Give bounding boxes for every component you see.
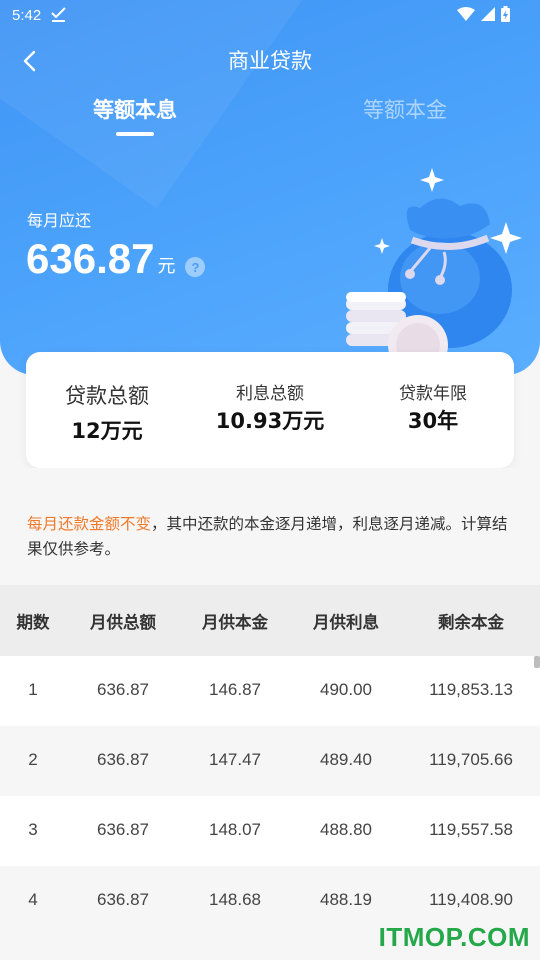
wifi-icon (457, 7, 475, 21)
cell-remaining-principal: 119,853.13 (429, 680, 513, 699)
signal-icon (481, 7, 495, 21)
table-row: 2 636.87 147.47 489.40 119,705.66 (0, 726, 540, 796)
monthly-payment-amount: 636.87 (26, 235, 155, 282)
cell-monthly-total: 636.87 (97, 820, 149, 839)
tab-indicator (116, 132, 154, 136)
watermark: ITMOP.COM (378, 922, 530, 952)
loan-term-value: 30年 (407, 409, 459, 433)
cell-remaining-principal: 119,705.66 (429, 750, 513, 769)
monthly-payment-label: 每月应还 (27, 211, 92, 230)
loan-total-value: 12万元 (71, 419, 143, 443)
header-remaining-principal: 剩余本金 (438, 613, 504, 632)
cell-period: 1 (28, 680, 38, 699)
cell-monthly-total: 636.87 (97, 890, 149, 909)
table-row: 3 636.87 148.07 488.80 119,557.58 (0, 796, 540, 866)
cell-monthly-total: 636.87 (97, 750, 149, 769)
cell-monthly-interest: 488.80 (320, 820, 372, 839)
cell-monthly-interest: 490.00 (320, 680, 372, 699)
header-monthly-total: 月供总额 (90, 613, 156, 632)
loan-term: 贷款年限 30年 (352, 352, 514, 468)
cell-monthly-interest: 489.40 (320, 750, 372, 769)
header-banner: 5:42 商业贷款 等额本息 等额本金 每月应还 636.87 元 ? (0, 0, 540, 375)
cell-period: 4 (28, 890, 38, 909)
cell-monthly-total: 636.87 (97, 680, 149, 699)
scrollbar[interactable] (534, 656, 540, 668)
interest-total-label: 利息总额 (236, 384, 304, 404)
table-row: 1 636.87 146.87 490.00 119,853.13 (0, 656, 540, 726)
loan-total-label: 贷款总额 (65, 384, 149, 408)
help-icon[interactable]: ? (185, 257, 206, 277)
cell-remaining-principal: 119,408.90 (429, 890, 513, 909)
cell-monthly-principal: 147.47 (209, 750, 261, 769)
status-time: 5:42 (12, 7, 42, 24)
tab-equal-installment[interactable]: 等额本息 (45, 94, 225, 124)
interest-total-value: 10.93万元 (215, 409, 325, 433)
cell-monthly-principal: 148.07 (209, 820, 261, 839)
monthly-payment-unit: 元 (157, 256, 176, 277)
status-bar: 5:42 (0, 0, 540, 32)
cell-monthly-principal: 146.87 (209, 680, 261, 699)
cell-monthly-interest: 488.19 (320, 890, 372, 909)
repayment-method-tabs: 等额本息 等额本金 (0, 94, 540, 144)
table-header: 期数 月供总额 月供本金 月供利息 剩余本金 (0, 585, 540, 656)
tab-equal-principal[interactable]: 等额本金 (315, 94, 495, 124)
cell-period: 2 (28, 750, 38, 769)
header-monthly-principal: 月供本金 (202, 613, 268, 632)
monthly-payment: 636.87 元 ? (26, 235, 206, 282)
cell-period: 3 (28, 820, 38, 839)
cell-monthly-principal: 148.68 (209, 890, 261, 909)
money-bag-icon (346, 168, 522, 360)
header-monthly-interest: 月供利息 (313, 613, 379, 632)
interest-total: 利息总额 10.93万元 (188, 352, 352, 468)
loan-summary-card: 贷款总额 12万元 利息总额 10.93万元 贷款年限 30年 (26, 352, 514, 468)
header-period: 期数 (16, 613, 50, 632)
note-text: 每月还款金额不变，其中还款的本金逐月递增，利息逐月递减。计算结果仅供参考。 (27, 512, 517, 562)
loan-term-label: 贷款年限 (399, 384, 467, 404)
status-icons (457, 6, 510, 22)
download-done-icon (51, 7, 66, 22)
repayment-table: 期数 月供总额 月供本金 月供利息 剩余本金 1 636.87 146.87 4… (0, 585, 540, 936)
battery-icon (501, 6, 510, 22)
cell-remaining-principal: 119,557.58 (429, 820, 513, 839)
loan-total: 贷款总额 12万元 (26, 352, 188, 468)
note-section: 每月还款金额不变，其中还款的本金逐月递增，利息逐月递减。计算结果仅供参考。 (0, 468, 540, 586)
note-highlight: 每月还款金额不变 (27, 515, 152, 533)
page-title: 商业贷款 (228, 49, 312, 73)
